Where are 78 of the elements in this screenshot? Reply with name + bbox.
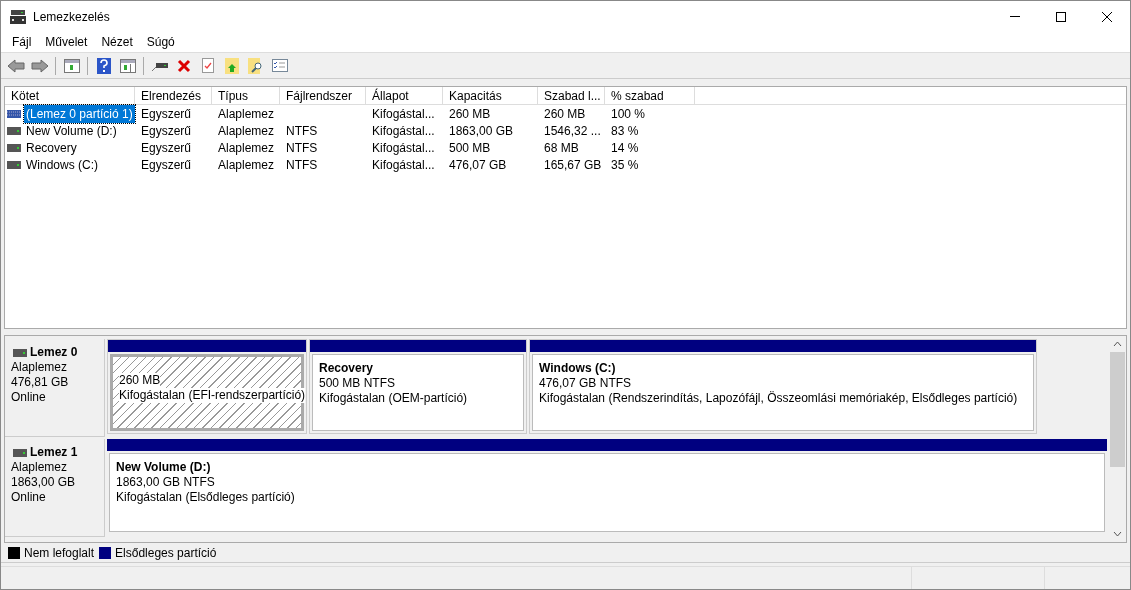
table-cell-text: 1863,00 GB [449,122,514,140]
table-cell-text: NTFS [286,156,318,174]
close-icon [1102,11,1112,22]
table-cell-text: 68 MB [544,139,579,157]
partition-block[interactable]: 260 MB Kifogástalan (EFI-rendszerpartíció) [107,339,307,434]
table-cell-text: Kifogástal... [372,105,435,123]
partition-size: 476,07 GB NTFS [539,376,633,391]
table-cell-text: Alaplemez [218,156,275,174]
table-cell-text: Alaplemez [218,105,275,123]
column-header[interactable]: Típus [212,87,280,104]
window-title: Lemezkezelés [33,8,110,26]
table-cell-text: NTFS [286,122,318,140]
partition-status: Kifogástalan (Rendszerindítás, Lapozófájl, Összeomlási memóriakép, Elsődleges partíció) [539,391,1019,406]
table-cell-text: 14 % [611,139,639,157]
table-cell-text: NTFS [286,139,318,157]
striped-volume-icon [7,109,21,118]
disk-type: Alaplemez [11,360,69,375]
legend-label: Elsődleges partíció [115,544,217,562]
partition-status: Kifogástalan (OEM-partíció) [319,391,469,406]
partition-size: 1863,00 GB NTFS [116,475,216,490]
disk-label-panel[interactable]: Lemez 1 Alaplemez 1863,00 GB Online [5,439,105,537]
partition-name: Recovery [319,361,375,376]
disk-size: 1863,00 GB [11,475,77,490]
disk-label-panel[interactable]: Lemez 0 Alaplemez 476,81 GB Online [5,339,105,437]
disk-name: Lemez 0 [30,345,78,360]
column-header[interactable]: Elrendezés [135,87,212,104]
partition-name: New Volume (D:) [116,460,212,475]
table-cell-text: 100 % [611,105,646,123]
table-cell-text: 165,67 GB [544,156,602,174]
legend-label: Nem lefoglalt [24,544,95,562]
scroll-up-icon[interactable] [1113,341,1122,347]
menu-item[interactable]: Művelet [38,33,95,51]
partition-block[interactable]: Windows (C:) 476,07 GB NTFS Kifogástalan (Rendszerindítás, Lapozófájl, Összeomlási memóriakép, Elsődleges partíció) [529,339,1037,434]
table-cell-text: 1546,32 ... [544,122,601,140]
column-header[interactable]: Állapot [366,87,443,104]
partition-block[interactable]: Recovery 500 MB NTFS Kifogástalan (OEM-partíció) [309,339,527,434]
table-cell-text: 260 MB [544,105,586,123]
table-cell-text: Egyszerű [141,156,192,174]
disk-status: Online [11,490,47,505]
partition-status: Kifogástalan (Elsődleges partíció) [116,490,296,505]
scroll-down-icon[interactable] [1113,531,1122,537]
column-header[interactable]: Szabad l... [538,87,605,104]
disk-type: Alaplemez [11,460,69,475]
table-cell-text: Kifogástal... [372,139,435,157]
volume-name[interactable]: Windows (C:) [24,155,100,174]
volume-icon [7,126,21,135]
menu-item[interactable]: Fájl [5,33,39,51]
minimize-icon [1010,16,1020,17]
table-cell-text: Egyszerű [141,105,192,123]
volume-name[interactable]: Recovery [24,138,79,157]
menu-item[interactable]: Nézet [94,33,140,51]
disk-status: Online [11,390,47,405]
table-cell-text: 476,07 GB [449,156,507,174]
table-cell-text: Egyszerű [141,139,192,157]
table-cell-text: 35 % [611,156,639,174]
table-cell-text: 260 MB [449,105,491,123]
volume-name[interactable]: New Volume (D:) [24,121,119,140]
column-header[interactable]: Kapacitás [443,87,538,104]
volume-icon [7,160,21,169]
table-cell-text: Egyszerű [141,122,192,140]
volume-icon [7,143,21,152]
maximize-icon [1056,11,1066,22]
table-cell-text: Kifogástal... [372,156,435,174]
app-icon [10,9,26,24]
partition-status: Kifogástalan (EFI-rendszerpartíció) [119,388,306,403]
disk-name: Lemez 1 [30,445,78,460]
partition-size: 500 MB NTFS [319,376,397,391]
disk-size: 476,81 GB [11,375,70,390]
column-header[interactable]: % szabad [605,87,695,104]
partition-name: Windows (C:) [539,361,617,376]
table-cell-text: 83 % [611,122,639,140]
table-cell-text: Alaplemez [218,122,275,140]
partition-size: 260 MB [119,373,161,388]
table-cell-text: Kifogástal... [372,122,435,140]
column-header[interactable]: Fájlrendszer [280,87,366,104]
table-cell-text: Alaplemez [218,139,275,157]
table-cell-text: 500 MB [449,139,491,157]
menu-item[interactable]: Súgó [139,33,182,51]
